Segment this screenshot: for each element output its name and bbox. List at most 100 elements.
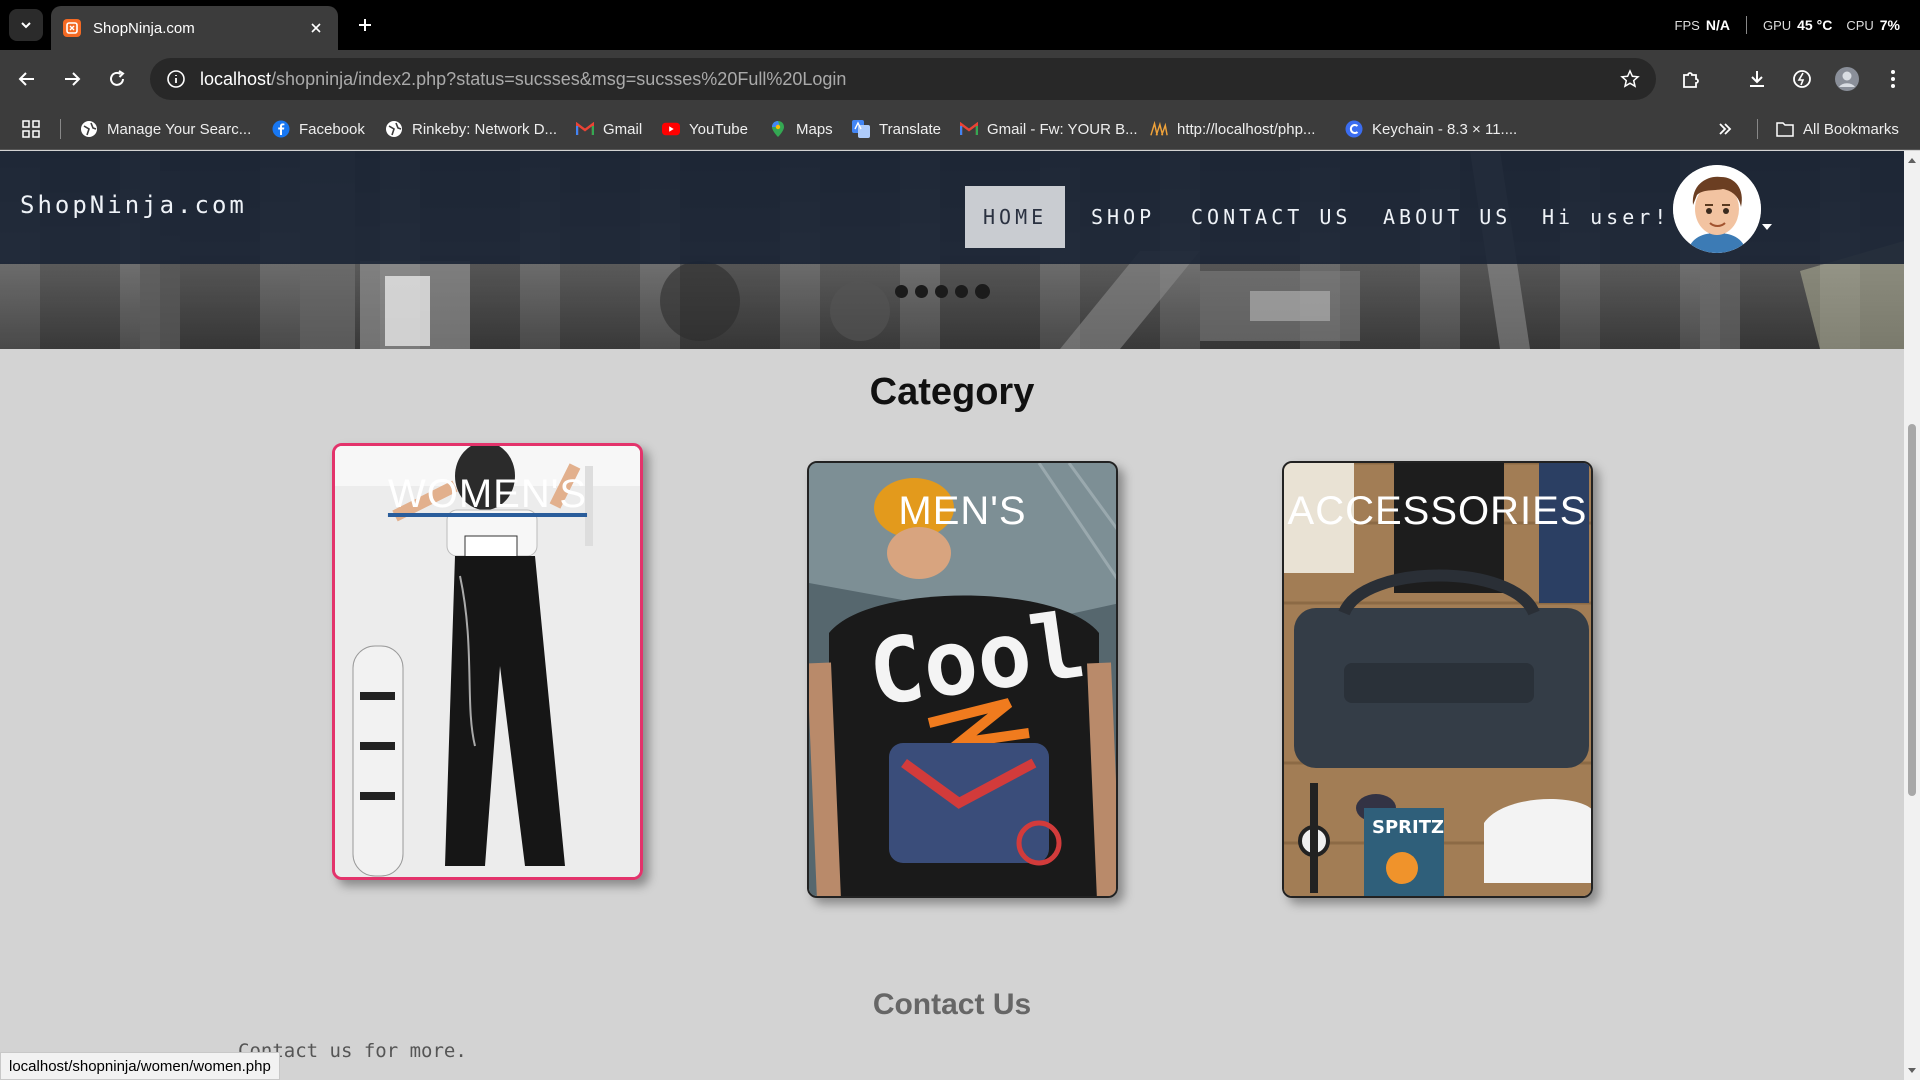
star-bookmark-icon[interactable] [1620,69,1640,89]
bookmark-label: Gmail [603,120,643,138]
globe-icon [80,120,98,138]
bookmark-label: YouTube [689,120,748,138]
user-avatar[interactable] [1673,165,1761,253]
slider-dot[interactable] [895,285,908,298]
contact-heading: Contact Us [872,988,1032,1021]
page-viewport: ShopNinja.com HOME SHOP CONTACT US ABOUT… [0,151,1904,1080]
svg-text:SPRITZ: SPRITZ [1372,817,1444,838]
gmail-icon [960,120,978,138]
link-status-bubble: localhost/shopninja/women/women.php [0,1052,280,1080]
perf-separator [1745,16,1747,34]
plus-icon [359,19,371,31]
slider-dot-active[interactable] [975,284,990,299]
nav-shop[interactable]: SHOP [1073,186,1173,248]
arrow-left-icon [18,72,34,86]
slider-dot[interactable] [935,285,948,298]
bookmark-label: Keychain - 8.3 × 11.... [1372,120,1518,138]
folder-icon [1776,120,1794,138]
url-path: /shopninja/index2.php?status=sucsses&msg… [271,68,847,89]
slider-dots [895,284,990,299]
scroll-down-icon[interactable] [1907,1066,1917,1076]
bookmark-item[interactable]: Gmail [576,108,642,150]
menu-button[interactable] [1877,63,1909,95]
forward-button[interactable] [56,63,88,95]
category-card-womens[interactable]: WOMEN'S [332,443,643,880]
slider-dot[interactable] [915,285,928,298]
cpu-value: 7% [1879,17,1900,33]
page-scrollbar[interactable] [1904,151,1920,1080]
facebook-icon [272,120,290,138]
profile-avatar-icon [1835,67,1859,91]
youtube-icon [662,120,680,138]
all-bookmarks-label: All Bookmarks [1803,120,1899,138]
bookmark-item[interactable]: Rinkeby: Network D... [385,108,557,150]
category-heading: Category [869,371,1035,413]
category-card-accessories[interactable]: SPRITZ ACCESSORIES [1282,461,1593,898]
bookmark-label: Gmail - Fw: YOUR B... [987,120,1138,138]
bookmark-label: Maps [796,120,833,138]
bookmark-item[interactable]: http://localhost/php... [1150,108,1315,150]
slider-dot[interactable] [955,285,968,298]
tab-title: ShopNinja.com [93,19,195,37]
category-label: WOMEN'S [387,472,588,516]
caret-down-icon[interactable] [1761,223,1773,231]
chevron-down-icon [21,22,31,29]
nav-about-us[interactable]: ABOUT US [1365,186,1529,248]
kebab-menu-icon [1891,70,1895,88]
gpu-label: GPU [1762,17,1792,33]
tab-search-button[interactable] [9,9,43,41]
close-tab-icon[interactable] [306,18,326,38]
gpu-value: 45 °C [1797,17,1833,33]
maps-icon [769,120,787,138]
speed-icon [1793,70,1811,88]
bookmark-label: Manage Your Searc... [107,120,252,138]
bookmark-item[interactable]: YouTube [662,108,748,150]
category-label: MEN'S [898,489,1027,533]
scroll-up-icon[interactable] [1907,155,1917,165]
double-chevron-right-icon [1719,123,1732,135]
url-text[interactable]: localhost/shopninja/index2.php?status=su… [200,69,1620,90]
browser-tab[interactable]: ShopNinja.com [51,6,338,50]
category-card-mens[interactable]: Cool MEN'S [807,461,1118,898]
nav-home[interactable]: HOME [965,186,1066,248]
fps-label: FPS [1674,17,1700,33]
bookmark-item[interactable]: Gmail - Fw: YOUR B... [960,108,1138,150]
tab-strip: ShopNinja.com FPS N/A GPU 45 °C CPU 7% [0,0,1920,50]
bookmark-item[interactable]: Facebook [272,108,365,150]
bookmark-label: Translate [879,120,941,138]
gmail-icon [576,120,594,138]
site-brand-link[interactable]: ShopNinja.com [20,191,247,219]
all-bookmarks-button[interactable]: All Bookmarks [1776,108,1899,150]
bookmark-item[interactable]: Manage Your Searc... [80,108,251,150]
bookmark-divider [60,119,61,139]
phpmyadmin-icon [1150,120,1168,138]
bookmark-item[interactable]: Keychain - 8.3 × 11.... [1345,108,1517,150]
browser-toolbar: localhost/shopninja/index2.php?status=su… [0,50,1920,108]
download-icon [1750,71,1764,87]
shopninja-favicon-icon [63,19,81,37]
reload-button[interactable] [101,63,133,95]
bookmark-label: Rinkeby: Network D... [412,120,558,138]
bookmark-item[interactable]: Translate [852,108,941,150]
address-bar[interactable]: localhost/shopninja/index2.php?status=su… [150,58,1656,100]
new-tab-button[interactable] [350,11,380,39]
performance-button[interactable] [1786,63,1818,95]
bookmark-label: http://localhost/php... [1177,120,1316,138]
bookmark-item[interactable]: Maps [769,108,833,150]
site-info-icon[interactable] [166,69,186,89]
extensions-button[interactable] [1675,63,1707,95]
arrow-right-icon [65,72,81,86]
bookmark-label: Facebook [299,120,365,138]
scroll-thumb[interactable] [1908,424,1916,796]
profile-button[interactable] [1831,63,1863,95]
bookmark-divider [1757,119,1758,139]
more-bookmarks-button[interactable] [1718,108,1732,150]
downloads-button[interactable] [1741,63,1773,95]
bookmarks-bar: Manage Your Searc... Facebook Rinkeby: N… [0,108,1920,150]
apps-button[interactable] [22,108,40,150]
nav-contact-us[interactable]: CONTACT US [1173,186,1369,248]
nav-user-greeting[interactable]: Hi user! [1524,186,1688,248]
hero-banner: ShopNinja.com HOME SHOP CONTACT US ABOUT… [0,151,1904,349]
back-button[interactable] [11,63,43,95]
puzzle-icon [1683,72,1699,88]
